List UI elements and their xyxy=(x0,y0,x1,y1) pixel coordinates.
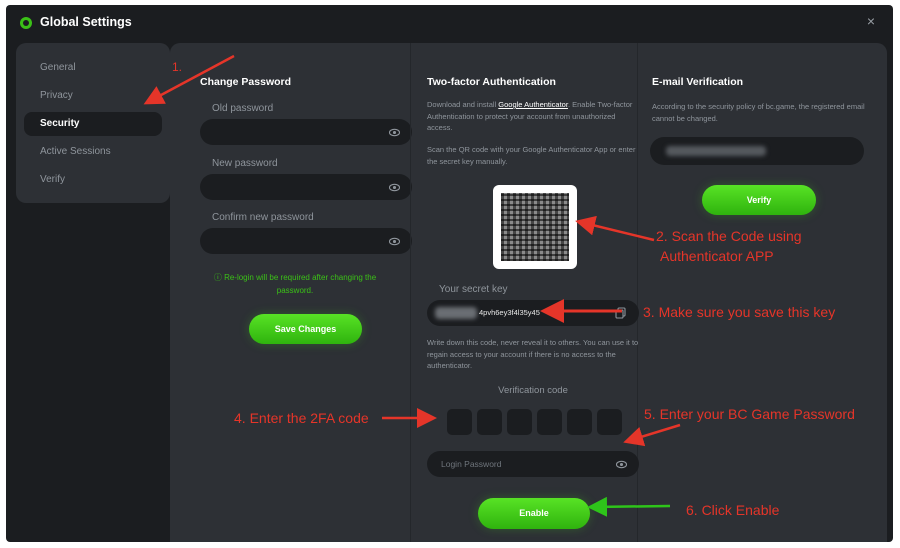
annotation-step-2-line2: Authenticator APP xyxy=(660,248,774,264)
qr-code-image xyxy=(501,193,569,261)
save-changes-button[interactable]: Save Changes xyxy=(249,314,362,344)
login-password-input[interactable]: Login Password xyxy=(427,451,639,477)
sidebar-item-verify[interactable]: Verify xyxy=(24,168,162,192)
verification-code-inputs xyxy=(447,409,627,435)
new-password-input[interactable] xyxy=(200,174,412,200)
code-digit-input[interactable] xyxy=(597,409,622,435)
verification-code-label: Verification code xyxy=(498,385,568,396)
eye-icon[interactable] xyxy=(616,459,627,470)
code-digit-input[interactable] xyxy=(477,409,502,435)
email-verification-title: E-mail Verification xyxy=(652,76,744,88)
app-logo-icon xyxy=(20,17,32,29)
confirm-password-input[interactable] xyxy=(200,228,412,254)
two-factor-description: Download and install Google Authenticato… xyxy=(427,99,637,134)
annotation-step-5: 5. Enter your BC Game Password xyxy=(644,406,855,422)
verify-button[interactable]: Verify xyxy=(702,185,816,215)
copy-icon[interactable] xyxy=(615,307,627,319)
email-field xyxy=(650,137,864,165)
sidebar-item-general[interactable]: General xyxy=(24,56,162,80)
redacted-key-part xyxy=(435,307,477,319)
code-digit-input[interactable] xyxy=(507,409,532,435)
email-policy-description: According to the security policy of bc.g… xyxy=(652,102,865,123)
two-factor-section: Two-factor Authentication Download and i… xyxy=(410,43,639,542)
scan-qr-description: Scan the QR code with your Google Authen… xyxy=(427,145,636,166)
change-password-section: Change Password Old password New passwor… xyxy=(170,43,412,542)
description-text: Download and install xyxy=(427,100,499,109)
login-password-placeholder: Login Password xyxy=(441,459,502,469)
google-authenticator-link[interactable]: Google Authenticator xyxy=(498,100,568,109)
settings-window: Global Settings × General Privacy Securi… xyxy=(6,5,893,542)
relogin-note-text: Re-login will be required after changing… xyxy=(224,273,377,295)
eye-icon[interactable] xyxy=(389,127,400,138)
new-password-label: New password xyxy=(212,158,278,169)
code-digit-input[interactable] xyxy=(447,409,472,435)
info-icon: ⓘ xyxy=(213,273,225,282)
title-bar: Global Settings × xyxy=(6,5,893,41)
enable-button[interactable]: Enable xyxy=(478,498,590,529)
window-title: Global Settings xyxy=(40,15,132,29)
two-factor-title: Two-factor Authentication xyxy=(427,76,556,88)
sidebar-item-security[interactable]: Security xyxy=(24,112,162,136)
annotation-step-2: 2. Scan the Code using xyxy=(656,228,802,244)
annotation-step-6: 6. Click Enable xyxy=(686,502,780,518)
redacted-email xyxy=(666,146,766,156)
sidebar-item-active-sessions[interactable]: Active Sessions xyxy=(24,140,162,164)
confirm-password-label: Confirm new password xyxy=(212,212,314,223)
settings-sidebar: General Privacy Security Active Sessions… xyxy=(16,43,170,203)
close-icon[interactable]: × xyxy=(867,13,875,29)
secret-key-warning: Write down this code, never reveal it to… xyxy=(427,338,639,370)
old-password-label: Old password xyxy=(212,103,274,114)
annotation-step-3: 3. Make sure you save this key xyxy=(643,304,836,320)
eye-icon[interactable] xyxy=(389,236,400,247)
annotation-step-1: 1. xyxy=(172,60,183,74)
email-verification-section: E-mail Verification According to the sec… xyxy=(638,43,887,542)
code-digit-input[interactable] xyxy=(567,409,592,435)
change-password-title: Change Password xyxy=(200,76,292,88)
eye-icon[interactable] xyxy=(389,182,400,193)
secret-key-value: 4pvh6ey3f4l35y45 xyxy=(479,308,540,317)
secret-key-field[interactable]: 4pvh6ey3f4l35y45 xyxy=(427,300,639,326)
qr-code xyxy=(493,185,577,269)
annotation-step-4: 4. Enter the 2FA code xyxy=(234,410,369,426)
relogin-note: ⓘ Re-login will be required after changi… xyxy=(200,271,390,297)
security-panel: Change Password Old password New passwor… xyxy=(170,43,887,542)
old-password-input[interactable] xyxy=(200,119,412,145)
sidebar-item-privacy[interactable]: Privacy xyxy=(24,84,162,108)
secret-key-label: Your secret key xyxy=(439,284,508,295)
code-digit-input[interactable] xyxy=(537,409,562,435)
